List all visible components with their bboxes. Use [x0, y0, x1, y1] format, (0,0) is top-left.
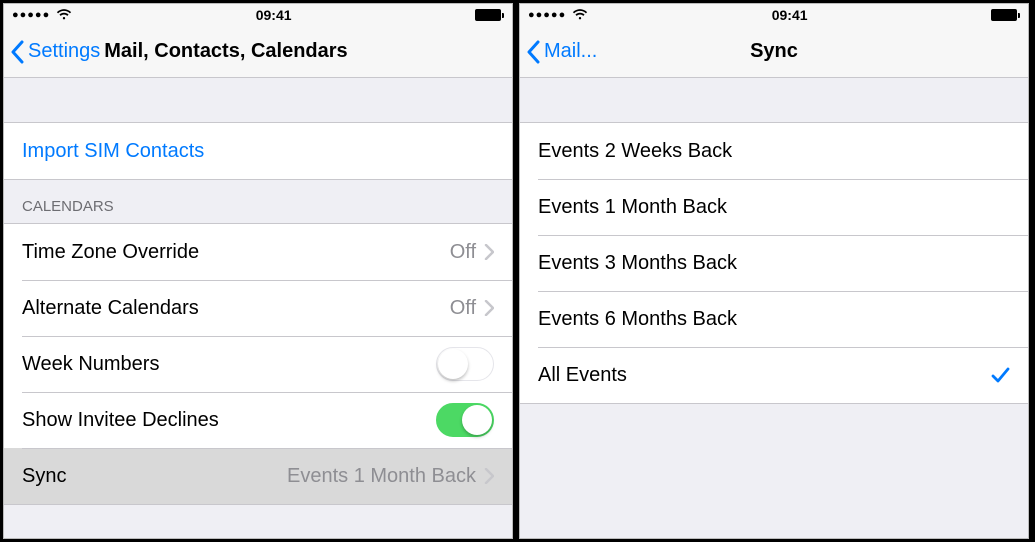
status-left: ●●●●●: [12, 9, 72, 21]
back-label: Mail...: [544, 40, 597, 63]
signal-dots-icon: ●●●●●: [12, 9, 50, 21]
signal-dots-icon: ●●●●●: [528, 9, 566, 21]
week-numbers-toggle[interactable]: [436, 347, 494, 381]
nav-bar: Mail... Sync: [520, 26, 1028, 78]
chevron-right-icon: [484, 300, 494, 316]
wifi-icon: [56, 9, 72, 21]
wifi-icon: [572, 9, 588, 21]
back-button[interactable]: Mail...: [520, 40, 597, 64]
cell-detail: Off: [450, 297, 476, 320]
screen-mail-contacts-calendars: ●●●●● 09:41 Settings Mail, Contacts, Cal…: [3, 3, 513, 539]
cell-label: Time Zone Override: [22, 241, 450, 264]
cell-label: Import SIM Contacts: [22, 140, 494, 163]
show-invitee-declines-row[interactable]: Show Invitee Declines: [4, 392, 512, 448]
time-zone-override-row[interactable]: Time Zone Override Off: [4, 224, 512, 280]
chevron-right-icon: [484, 244, 494, 260]
calendars-group: Time Zone Override Off Alternate Calenda…: [4, 223, 512, 505]
cell-label: Events 1 Month Back: [538, 196, 1010, 219]
cell-detail: Off: [450, 241, 476, 264]
sync-options-group: Events 2 Weeks Back Events 1 Month Back Ev…: [520, 122, 1028, 404]
cell-label: Week Numbers: [22, 353, 436, 376]
import-sim-contacts-button[interactable]: Import SIM Contacts: [4, 123, 512, 179]
check-icon: [990, 365, 1010, 385]
nav-bar: Settings Mail, Contacts, Calendars: [4, 26, 512, 78]
back-button[interactable]: Settings: [4, 40, 100, 64]
group-spacer: [520, 78, 1028, 122]
sync-option-row[interactable]: Events 6 Months Back: [520, 291, 1028, 347]
chevron-left-icon: [10, 40, 24, 64]
cell-detail: Events 1 Month Back: [287, 465, 476, 488]
cell-label: Alternate Calendars: [22, 297, 450, 320]
battery-icon: [991, 9, 1020, 21]
status-time: 09:41: [772, 7, 808, 23]
cell-label: Sync: [22, 465, 287, 488]
nav-title: Mail, Contacts, Calendars: [104, 40, 347, 63]
sync-row[interactable]: Sync Events 1 Month Back: [4, 448, 512, 504]
back-label: Settings: [28, 40, 100, 63]
calendars-header: CALENDARS: [4, 180, 512, 223]
status-bar: ●●●●● 09:41: [520, 4, 1028, 26]
sync-option-row[interactable]: Events 2 Weeks Back: [520, 123, 1028, 179]
status-bar: ●●●●● 09:41: [4, 4, 512, 26]
sync-option-row[interactable]: Events 3 Months Back: [520, 235, 1028, 291]
week-numbers-row[interactable]: Week Numbers: [4, 336, 512, 392]
cell-label: Events 3 Months Back: [538, 252, 1010, 275]
cell-label: Events 2 Weeks Back: [538, 140, 1010, 163]
status-left: ●●●●●: [528, 9, 588, 21]
invitee-declines-toggle[interactable]: [436, 403, 494, 437]
battery-icon: [475, 9, 504, 21]
group-spacer: [4, 78, 512, 122]
import-group: Import SIM Contacts: [4, 122, 512, 180]
cell-label: Events 6 Months Back: [538, 308, 1010, 331]
status-time: 09:41: [256, 7, 292, 23]
cell-label: All Events: [538, 364, 990, 387]
alternate-calendars-row[interactable]: Alternate Calendars Off: [4, 280, 512, 336]
screen-sync: ●●●●● 09:41 Mail... Sync Events 2 Weeks …: [519, 3, 1029, 539]
chevron-left-icon: [526, 40, 540, 64]
sync-option-row[interactable]: All Events: [520, 347, 1028, 403]
cell-label: Show Invitee Declines: [22, 409, 436, 432]
sync-option-row[interactable]: Events 1 Month Back: [520, 179, 1028, 235]
chevron-right-icon: [484, 468, 494, 484]
